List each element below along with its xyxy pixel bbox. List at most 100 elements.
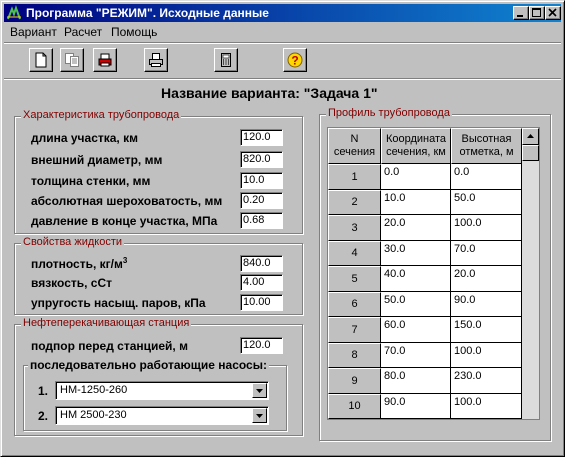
coordinate-cell[interactable]: 90.0: [381, 394, 451, 419]
pump-2-dropdown-button[interactable]: [252, 408, 267, 423]
pump-2-select[interactable]: НМ 2500-230: [55, 406, 269, 425]
row-number-cell: 8: [328, 343, 381, 368]
open-button[interactable]: [93, 48, 117, 72]
row-number-cell: 1: [328, 164, 381, 190]
menu-bar: Вариант Расчет Помощь: [4, 23, 561, 41]
roughness-field[interactable]: 0.20: [240, 192, 283, 209]
pump-1-number: 1.: [38, 384, 49, 398]
row-number-cell: 10: [328, 394, 381, 419]
pumps-group-title: последовательно работающие насосы:: [28, 358, 269, 372]
chevron-down-icon: [256, 414, 263, 418]
minimize-icon: [517, 15, 523, 17]
viscosity-field[interactable]: 4.00: [240, 274, 283, 291]
header-coordinate: Координата сечения, км: [381, 128, 451, 164]
elevation-cell[interactable]: 100.0: [451, 343, 522, 368]
new-button[interactable]: [29, 48, 53, 72]
row-number-cell: 2: [328, 190, 381, 215]
elevation-cell[interactable]: 20.0: [451, 266, 522, 292]
chevron-up-icon: [527, 134, 534, 138]
coordinate-cell[interactable]: 60.0: [381, 317, 451, 343]
coordinate-cell[interactable]: 0.0: [381, 164, 451, 190]
pump-2-value: НМ 2500-230: [60, 409, 127, 421]
coordinate-cell[interactable]: 80.0: [381, 368, 451, 394]
elevation-cell[interactable]: 0.0: [451, 164, 522, 190]
main-window: Программа "РЕЖИМ". Исходные данные Вариа…: [0, 0, 565, 457]
maximize-icon: [532, 8, 541, 17]
profile-scrollbar[interactable]: [522, 128, 539, 419]
calculator-icon: [221, 53, 231, 67]
viscosity-label: вязкость, сСт: [31, 276, 113, 290]
elevation-cell[interactable]: 70.0: [451, 241, 522, 266]
header-elevation: Высотная отметка, м: [451, 128, 522, 164]
scroll-up-button[interactable]: [522, 128, 539, 145]
coordinate-cell[interactable]: 50.0: [381, 292, 451, 317]
variant-name: "Задача 1": [303, 85, 378, 101]
elevation-cell[interactable]: 90.0: [451, 292, 522, 317]
pump-1-dropdown-button[interactable]: [252, 383, 267, 398]
pump-2-number: 2.: [38, 409, 49, 423]
elevation-cell[interactable]: 50.0: [451, 190, 522, 215]
vapor-pressure-label: упругость насыщ. паров, кПа: [31, 296, 206, 310]
elevation-cell[interactable]: 230.0: [451, 368, 522, 394]
end-pressure-label: давление в конце участка, МПа: [31, 214, 218, 228]
length-field[interactable]: 120.0: [240, 129, 283, 146]
roughness-label: абсолютная шероховатость, мм: [31, 194, 223, 208]
density-field[interactable]: 840.0: [240, 255, 283, 272]
pump-1-select[interactable]: НМ-1250-260: [55, 381, 269, 400]
elevation-cell[interactable]: 100.0: [451, 215, 522, 241]
new-file-icon: [35, 52, 47, 68]
coordinate-cell[interactable]: 70.0: [381, 343, 451, 368]
density-label-text: плотность, кг/м: [31, 257, 123, 271]
help-icon: ?: [287, 52, 303, 68]
inlet-head-label: подпор перед станцией, м: [31, 339, 188, 353]
title-bar[interactable]: Программа "РЕЖИМ". Исходные данные: [4, 4, 561, 22]
app-icon: [7, 5, 21, 20]
liquid-group-title: Свойства жидкости: [21, 236, 125, 248]
end-pressure-field[interactable]: 0.68: [240, 212, 283, 229]
diameter-field[interactable]: 820.0: [240, 151, 283, 168]
diameter-label: внешний диаметр, мм: [31, 153, 163, 167]
chevron-down-icon: [256, 389, 263, 393]
minimize-button[interactable]: [513, 6, 529, 20]
variant-title-label: Название варианта:: [161, 85, 300, 101]
pump-1-value: НМ-1250-260: [60, 384, 128, 396]
menu-separator: [4, 42, 561, 44]
window-title: Программа "РЕЖИМ". Исходные данные: [26, 6, 269, 20]
elevation-cell[interactable]: 100.0: [451, 394, 522, 419]
station-group-title: Нефтеперекачивающая станция: [21, 317, 192, 329]
open-icon: [98, 53, 112, 67]
coordinate-cell[interactable]: 10.0: [381, 190, 451, 215]
close-button[interactable]: [545, 6, 561, 20]
density-label: плотность, кг/м3: [31, 256, 127, 271]
elevation-cell[interactable]: 150.0: [451, 317, 522, 343]
copy-button[interactable]: [60, 48, 84, 72]
coordinate-cell[interactable]: 20.0: [381, 215, 451, 241]
print-icon: [149, 53, 163, 67]
pipeline-group-title: Характеристика трубопровода: [21, 109, 182, 121]
length-label: длина участка, км: [31, 131, 138, 145]
toolbar-separator: [4, 78, 561, 80]
row-number-cell: 5: [328, 266, 381, 292]
svg-text:?: ?: [291, 54, 298, 68]
menu-calculation[interactable]: Расчет: [64, 25, 102, 39]
calculate-button[interactable]: [214, 48, 238, 72]
variant-title: Название варианта: "Задача 1": [161, 85, 378, 101]
inlet-head-field[interactable]: 120.0: [240, 337, 283, 354]
scroll-thumb[interactable]: [522, 145, 539, 161]
help-button[interactable]: ?: [283, 48, 307, 72]
wall-thickness-field[interactable]: 10.0: [240, 172, 283, 189]
coordinate-cell[interactable]: 40.0: [381, 266, 451, 292]
row-number-cell: 7: [328, 317, 381, 343]
maximize-button[interactable]: [529, 6, 545, 20]
wall-thickness-label: толщина стенки, мм: [31, 174, 151, 188]
coordinate-cell[interactable]: 30.0: [381, 241, 451, 266]
row-number-cell: 6: [328, 292, 381, 317]
row-number-cell: 4: [328, 241, 381, 266]
header-section-number: N сечения: [328, 128, 381, 164]
menu-variant[interactable]: Вариант: [10, 25, 57, 39]
vapor-pressure-field[interactable]: 10.00: [240, 294, 283, 311]
close-icon: [548, 8, 557, 17]
profile-group-title: Профиль трубопровода: [326, 107, 452, 119]
menu-help[interactable]: Помощь: [111, 25, 157, 39]
print-button[interactable]: [144, 48, 168, 72]
